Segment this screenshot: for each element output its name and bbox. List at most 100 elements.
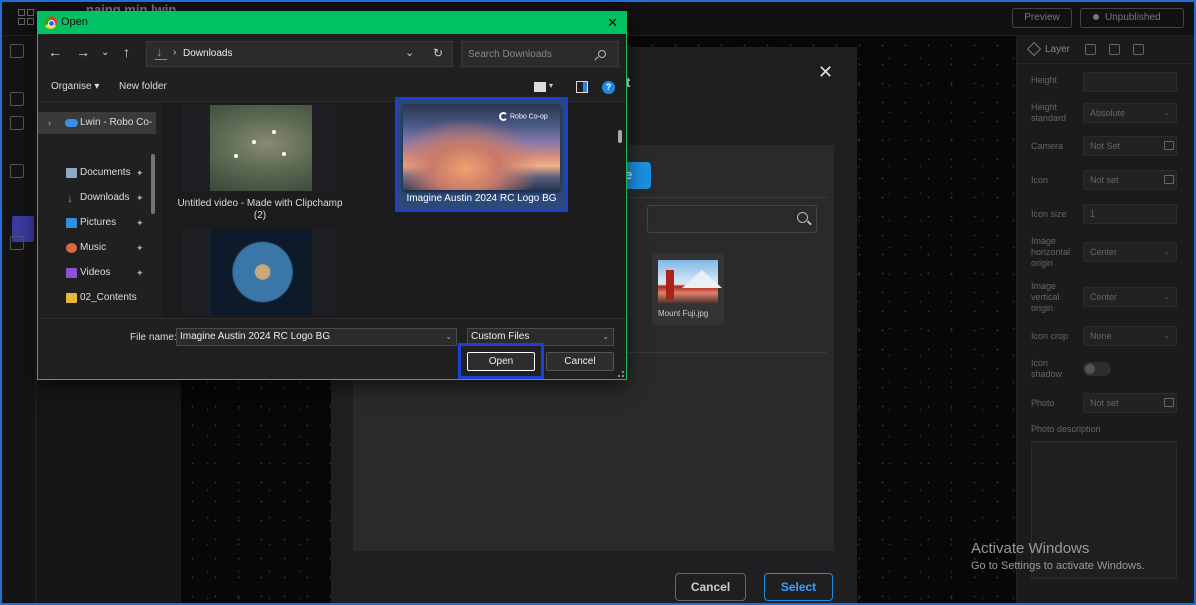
palette-icon[interactable] [1133,44,1144,55]
documents-icon [66,168,77,178]
preview-pane-icon[interactable] [576,81,588,93]
layer-icon [1026,42,1042,57]
downloads-icon [155,44,167,60]
pin-icon: ✦ [136,243,144,253]
chevron-down-icon[interactable]: ▾ [549,81,553,90]
file-name-input[interactable]: Imagine Austin 2024 RC Logo BG ⌄ [176,328,457,346]
chevron-down-icon: ⌄ [1163,331,1170,340]
chevron-down-icon[interactable]: ⌄ [445,329,452,345]
map-points [252,140,256,144]
search-icon [598,50,606,58]
dialog-title: Open [61,16,88,28]
dialog-search-input[interactable]: Search Downloads [461,41,619,67]
nav-item-pictures[interactable]: Pictures ✦ [38,212,156,234]
icon-size-input[interactable]: 1 [1083,204,1177,224]
layers-icon[interactable] [10,44,24,58]
nav-item-documents[interactable]: Documents ✦ [38,162,156,184]
settings-icon[interactable] [10,236,24,250]
preview-button[interactable]: Preview [1012,8,1072,28]
prop-label: Image vertical origin [1031,281,1060,313]
left-rail [0,36,36,605]
publish-status-button[interactable]: Unpublished [1080,8,1184,28]
prop-label: Icon shadow [1031,358,1063,379]
mount-fuji-thumbnail [658,260,722,304]
image-icon[interactable] [1164,175,1174,184]
help-icon[interactable]: ? [602,81,615,94]
videos-icon [66,268,77,278]
database-icon[interactable] [10,116,24,130]
camera-field[interactable]: Not Set [1083,136,1177,156]
chevron-down-icon: ⌄ [602,332,609,341]
image-icon[interactable] [1164,398,1174,407]
prop-label: Photo description [1031,424,1101,434]
asset-search-input[interactable] [647,205,817,233]
up-arrow-icon[interactable]: ↑ [123,44,130,60]
nav-item-label: Pictures [80,217,117,228]
prop-label: Height [1031,75,1058,85]
folder-icon [66,293,77,303]
image-v-origin-select[interactable]: Center ⌄ [1083,287,1177,307]
resize-grip-icon[interactable] [618,371,624,377]
file-name-value: Imagine Austin 2024 RC Logo BG [180,331,331,342]
pin-icon: ✦ [136,218,144,228]
nav-scrollbar[interactable] [151,154,155,214]
close-icon[interactable]: ✕ [818,62,833,83]
prop-label: Icon size [1031,209,1067,219]
pin-icon: ✦ [136,168,144,178]
close-icon[interactable]: ✕ [607,15,618,31]
file-item-label: Untitled video - Made with Clipchamp (2) [177,198,343,221]
upload-button[interactable]: e [623,162,651,189]
view-options-icon[interactable] [534,82,546,92]
icon-shadow-toggle[interactable] [1083,362,1111,376]
path-segment[interactable]: Downloads [183,48,232,59]
file-scrollbar[interactable] [618,130,622,143]
height-input[interactable] [1083,72,1177,92]
divider [623,197,827,198]
nav-item-02-contents[interactable]: 02_Contents [38,287,156,309]
chevron-down-icon[interactable]: ⌄ [405,46,414,59]
height-standard-select[interactable]: Absolute ⌄ [1083,103,1177,123]
back-arrow-icon[interactable]: ← [48,44,62,60]
organise-menu[interactable]: Organise ▾ [51,81,99,92]
nav-item-videos[interactable]: Videos ✦ [38,262,156,284]
file-item-selected[interactable]: Robo Co-op Imagine Austin 2024 RC Logo B… [395,97,568,212]
modal-select-button[interactable]: Select [764,573,833,601]
expand-chevron-icon[interactable]: › [48,112,51,134]
logo-mark-icon [499,112,508,121]
asset-card[interactable]: Mount Fuji.jpg [652,253,724,325]
camera-pick-icon[interactable] [1164,141,1174,150]
search-placeholder: Search Downloads [468,49,552,60]
prop-label: Height standard [1031,102,1067,123]
nav-item-downloads[interactable]: Downloads ✦ [38,187,156,209]
icon-crop-select[interactable]: None ⌄ [1083,326,1177,346]
properties-tabs: Layer [1017,36,1194,64]
nav-item-music[interactable]: Music ✦ [38,237,156,259]
recent-locations-chevron-icon[interactable]: ⌄ [101,47,109,58]
file-list: Untitled video - Made with Clipchamp (2)… [162,97,626,318]
layer-stack-icon[interactable] [10,164,24,178]
image-h-origin-select[interactable]: Center ⌄ [1083,242,1177,262]
icon-field[interactable]: Not set [1083,170,1177,190]
chevron-down-icon: ⌄ [1163,108,1170,117]
nav-item-onedrive[interactable]: › Lwin - Robo Co- [38,112,156,134]
tag-icon[interactable] [1109,44,1120,55]
address-bar[interactable]: › Downloads ⌄ ↻ [146,41,453,67]
modal-cancel-button[interactable]: Cancel [675,573,746,601]
refresh-icon[interactable]: ↻ [433,46,443,60]
tab-layer[interactable]: Layer [1026,42,1070,57]
prop-label: Icon [1031,175,1049,185]
nav-item-label: Videos [80,267,111,278]
prop-label: Icon crop [1031,331,1069,341]
apps-grid-icon[interactable] [18,9,34,25]
photo-field[interactable]: Not set [1083,393,1177,413]
forward-arrow-icon[interactable]: → [76,44,90,60]
nav-item-label: Documents [80,167,131,178]
image-thumbnail: Robo Co-op [403,104,560,190]
comment-icon[interactable] [1085,44,1096,55]
open-button[interactable]: Open [467,352,535,371]
activate-windows-watermark: Activate Windows Go to Settings to activ… [971,540,1145,572]
new-folder-button[interactable]: New folder [119,81,167,92]
cancel-button[interactable]: Cancel [546,352,614,371]
globe-icon[interactable] [10,92,24,106]
nav-item-label: Music [80,242,107,253]
